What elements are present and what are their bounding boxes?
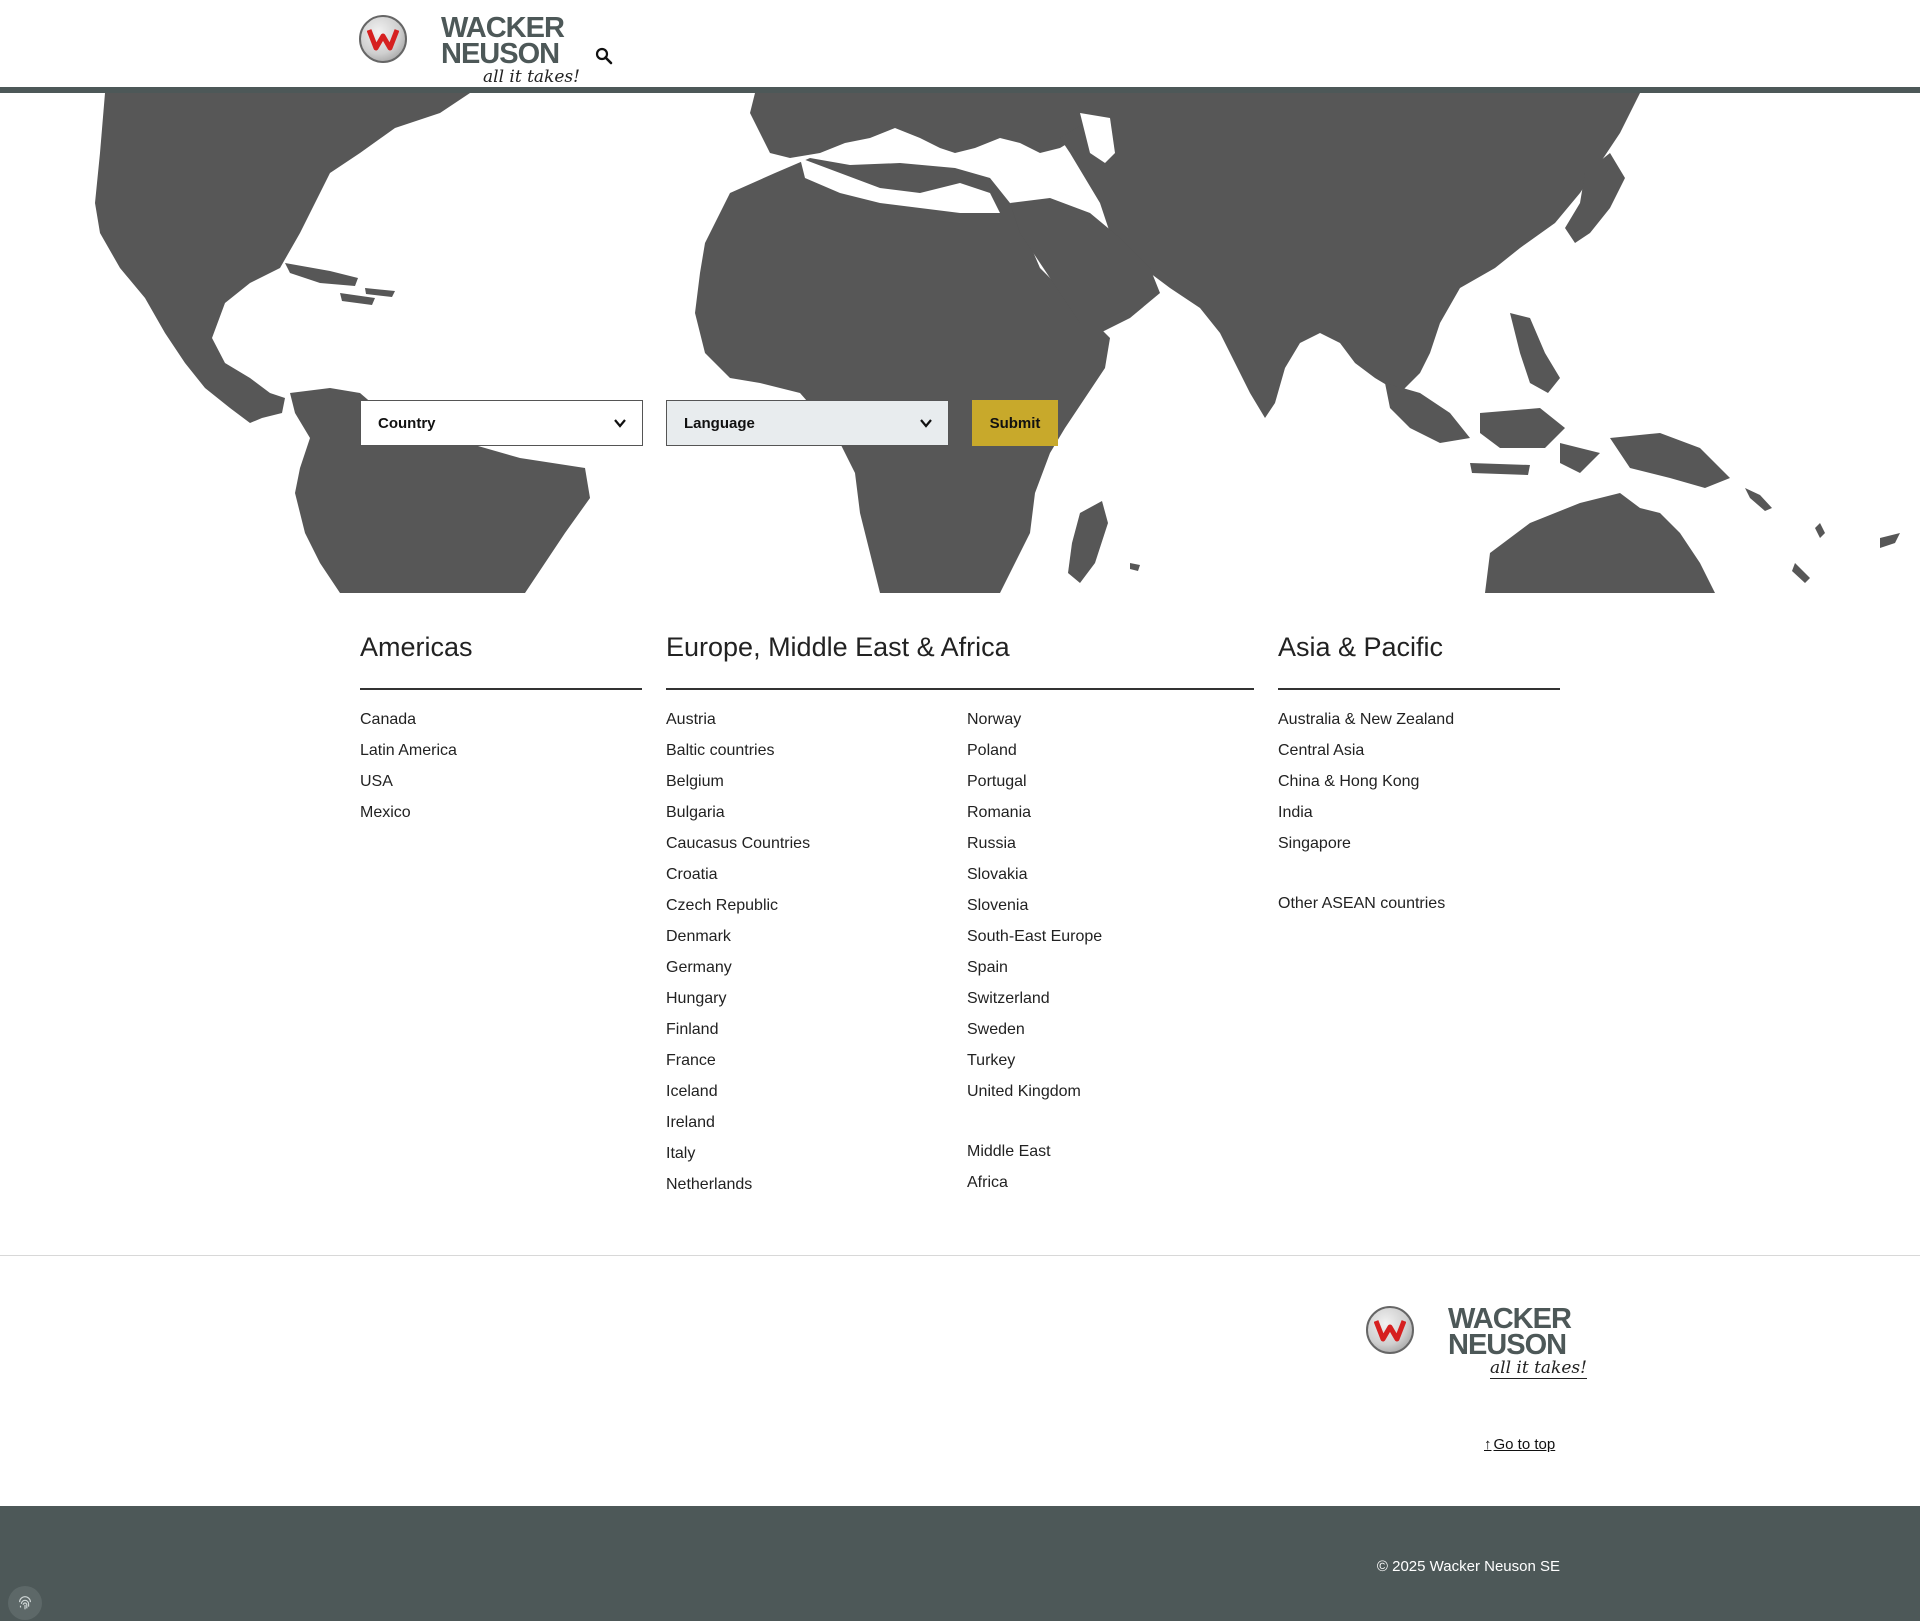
logo-tagline: all it takes! [483,67,580,88]
country-link[interactable]: Poland [967,742,1102,773]
country-link[interactable]: Spain [967,959,1102,990]
search-icon[interactable] [595,47,613,65]
country-link[interactable]: Austria [666,711,810,742]
country-select-label: Country [378,414,436,432]
country-link[interactable]: Croatia [666,866,810,897]
footer-brand-logo[interactable]: WACKER NEUSON all it takes! [1366,1305,1587,1379]
language-select-label: Language [684,414,755,432]
map-north-america [95,93,470,423]
region-link-middle-east[interactable]: Middle East [967,1143,1102,1174]
country-select[interactable]: Country [360,400,643,446]
brand-logo[interactable]: WACKER NEUSON all it takes! [359,14,580,88]
region-rule-apac [1278,688,1560,690]
logo-wordmark: WACKER NEUSON all it takes! [441,14,580,88]
arrow-up-icon: ↑ [1484,1436,1492,1453]
country-link[interactable]: Iceland [666,1083,810,1114]
country-link[interactable]: Mexico [360,804,457,835]
map-philippines [1510,313,1560,393]
world-map-graphic [95,93,1900,593]
country-link[interactable]: Czech Republic [666,897,810,928]
logo-line2: NEUSON [1448,1329,1567,1361]
region-title-americas: Americas [360,632,473,662]
footer-divider [0,1255,1920,1256]
logo-line2: NEUSON [441,38,560,70]
country-link[interactable]: Italy [666,1145,810,1176]
logo-w-icon [367,29,399,51]
logo-w-icon [1374,1320,1406,1342]
country-link[interactable]: Slovakia [967,866,1102,897]
country-link[interactable]: United Kingdom [967,1083,1102,1114]
country-link[interactable]: Belgium [666,773,810,804]
region-link-africa[interactable]: Africa [967,1174,1102,1205]
copyright-text: © 2025 Wacker Neuson SE [1376,1558,1560,1575]
country-link[interactable]: Canada [360,711,457,742]
region-title-apac: Asia & Pacific [1278,632,1444,662]
country-link[interactable]: Russia [967,835,1102,866]
americas-list: Canada Latin America USA Mexico [360,711,457,835]
site-header: WACKER NEUSON all it takes! [0,0,1920,88]
country-link[interactable]: Netherlands [666,1176,810,1207]
country-link[interactable]: Central Asia [1278,742,1454,773]
region-title-emea: Europe, Middle East & Africa [666,632,1010,662]
country-link[interactable]: Norway [967,711,1102,742]
logo-tagline: all it takes! [1490,1358,1587,1379]
region-rule-emea [666,688,1254,690]
logo-wordmark: WACKER NEUSON all it takes! [1448,1305,1587,1379]
country-link[interactable]: Hungary [666,990,810,1021]
country-link[interactable]: Baltic countries [666,742,810,773]
world-map-hero: Country Language Submit [0,93,1920,593]
language-select[interactable]: Language [666,400,949,446]
country-link[interactable]: Australia & New Zealand [1278,711,1454,742]
fingerprint-glyph [19,1596,31,1610]
apac-list: Australia & New Zealand Central Asia Chi… [1278,711,1454,926]
emea-list-col2: Norway Poland Portugal Romania Russia Sl… [967,711,1102,1205]
submit-button[interactable]: Submit [972,400,1058,446]
country-link[interactable]: Latin America [360,742,457,773]
country-link[interactable]: China & Hong Kong [1278,773,1454,804]
fingerprint-icon[interactable] [8,1586,42,1620]
country-link[interactable]: Germany [666,959,810,990]
map-australia [1485,493,1715,593]
chevron-down-icon [614,419,626,428]
country-link[interactable]: South-East Europe [967,928,1102,959]
map-new-guinea [1610,433,1730,488]
country-link[interactable]: Singapore [1278,835,1454,866]
country-link[interactable]: France [666,1052,810,1083]
go-to-top-link[interactable]: ↑ Go to top [1484,1436,1555,1453]
country-link[interactable]: Finland [666,1021,810,1052]
map-caribbean [285,263,395,305]
country-link[interactable]: Denmark [666,928,810,959]
country-link[interactable]: Switzerland [967,990,1102,1021]
country-link[interactable]: Sweden [967,1021,1102,1052]
map-europe [750,93,1105,158]
country-link[interactable]: Portugal [967,773,1102,804]
region-link-other-asean[interactable]: Other ASEAN countries [1278,895,1454,926]
logo-emblem [1366,1306,1414,1354]
map-indonesia [1385,383,1600,475]
country-link[interactable]: Caucasus Countries [666,835,810,866]
region-rule-americas [360,688,642,690]
country-link[interactable]: Romania [967,804,1102,835]
country-link[interactable]: Ireland [666,1114,810,1145]
country-link[interactable]: USA [360,773,457,804]
footer-bottom-bar: © 2025 Wacker Neuson SE [0,1506,1920,1621]
country-link[interactable]: Bulgaria [666,804,810,835]
country-link[interactable]: India [1278,804,1454,835]
chevron-down-icon [920,419,932,428]
go-to-top-label: Go to top [1493,1436,1556,1453]
emea-list-col1: Austria Baltic countries Belgium Bulgari… [666,711,810,1207]
country-link[interactable]: Turkey [967,1052,1102,1083]
logo-emblem [359,15,407,63]
map-madagascar [1068,501,1108,583]
country-link[interactable]: Slovenia [967,897,1102,928]
